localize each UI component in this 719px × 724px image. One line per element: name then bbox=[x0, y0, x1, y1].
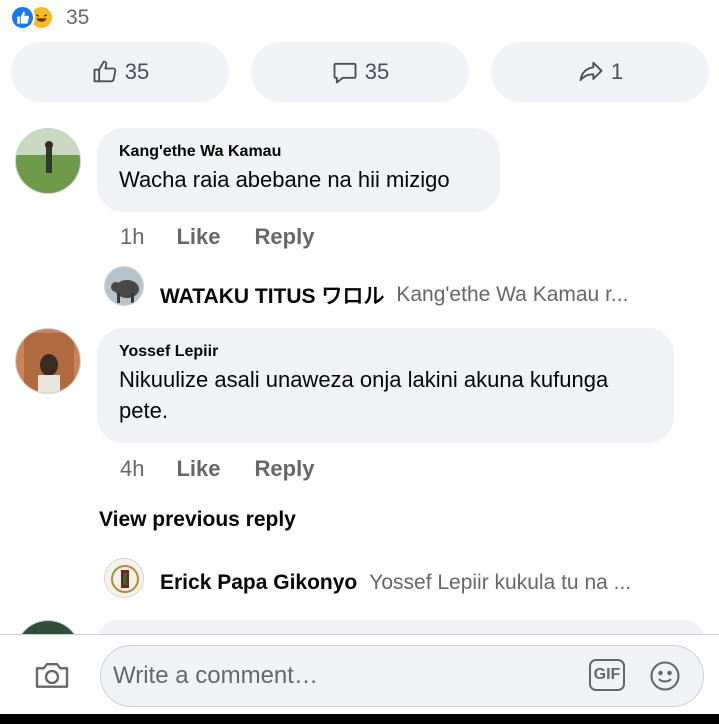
reply-preview[interactable]: WATAKU TITUS ワロル Kang'ethe Wa Kamau r... bbox=[160, 280, 628, 310]
avatar[interactable] bbox=[15, 128, 81, 194]
comment-bubble[interactable]: Kang'ethe Wa Kamau Wacha raia abebane na… bbox=[97, 128, 500, 212]
reply-avatar[interactable] bbox=[104, 266, 144, 306]
comment-text: Nikuulize asali unaweza onja lakini akun… bbox=[119, 367, 609, 423]
like-reaction-icon bbox=[10, 5, 35, 30]
comment-meta: 4h Like Reply bbox=[120, 456, 314, 482]
comment-like-link[interactable]: Like bbox=[176, 456, 220, 482]
view-previous-reply-link[interactable]: View previous reply bbox=[99, 508, 296, 532]
comment-reply-link[interactable]: Reply bbox=[255, 224, 315, 250]
system-nav-bar bbox=[0, 714, 719, 724]
reaction-count: 35 bbox=[66, 6, 90, 29]
comment-bubble[interactable]: Yossef Lepiir Nikuulize asali unaweza on… bbox=[97, 328, 674, 443]
comment-count: 35 bbox=[364, 59, 390, 84]
like-count: 35 bbox=[124, 59, 150, 84]
emoji-icon[interactable] bbox=[647, 658, 683, 694]
share-count: 1 bbox=[610, 59, 624, 84]
like-button[interactable]: 35 bbox=[11, 42, 229, 102]
comment-author[interactable]: Kang'ethe Wa Kamau bbox=[119, 142, 478, 162]
reply-author[interactable]: WATAKU TITUS ワロル bbox=[160, 280, 384, 310]
comment-author[interactable]: Yossef Lepiir bbox=[119, 342, 652, 362]
comment-input[interactable]: Write a comment… GIF bbox=[100, 645, 704, 707]
share-icon bbox=[579, 61, 603, 82]
gif-button[interactable]: GIF bbox=[589, 659, 625, 691]
comment-time: 4h bbox=[120, 456, 145, 481]
reply-snippet: Yossef Lepiir kukula tu na ... bbox=[369, 571, 632, 594]
camera-icon[interactable] bbox=[32, 655, 72, 695]
thumbs-up-icon bbox=[93, 60, 116, 83]
reply-preview[interactable]: Erick Papa Gikonyo Yossef Lepiir kukula … bbox=[160, 571, 631, 595]
gif-label: GIF bbox=[593, 666, 621, 683]
comment-reply-link[interactable]: Reply bbox=[255, 456, 315, 482]
avatar[interactable] bbox=[15, 328, 81, 394]
comment-like-link[interactable]: Like bbox=[176, 224, 220, 250]
comment-text: Wacha raia abebane na hii mizigo bbox=[119, 167, 450, 192]
composer-divider bbox=[0, 634, 719, 635]
reply-avatar[interactable] bbox=[104, 558, 144, 598]
share-button[interactable]: 1 bbox=[491, 42, 709, 102]
comment-icon bbox=[333, 62, 357, 84]
comment-input-placeholder: Write a comment… bbox=[113, 662, 318, 689]
reply-author[interactable]: Erick Papa Gikonyo bbox=[160, 571, 357, 595]
reply-snippet: Kang'ethe Wa Kamau r... bbox=[396, 283, 629, 306]
comment-time: 1h bbox=[120, 224, 145, 249]
comment-meta: 1h Like Reply bbox=[120, 224, 314, 250]
comment-button[interactable]: 35 bbox=[251, 42, 469, 102]
